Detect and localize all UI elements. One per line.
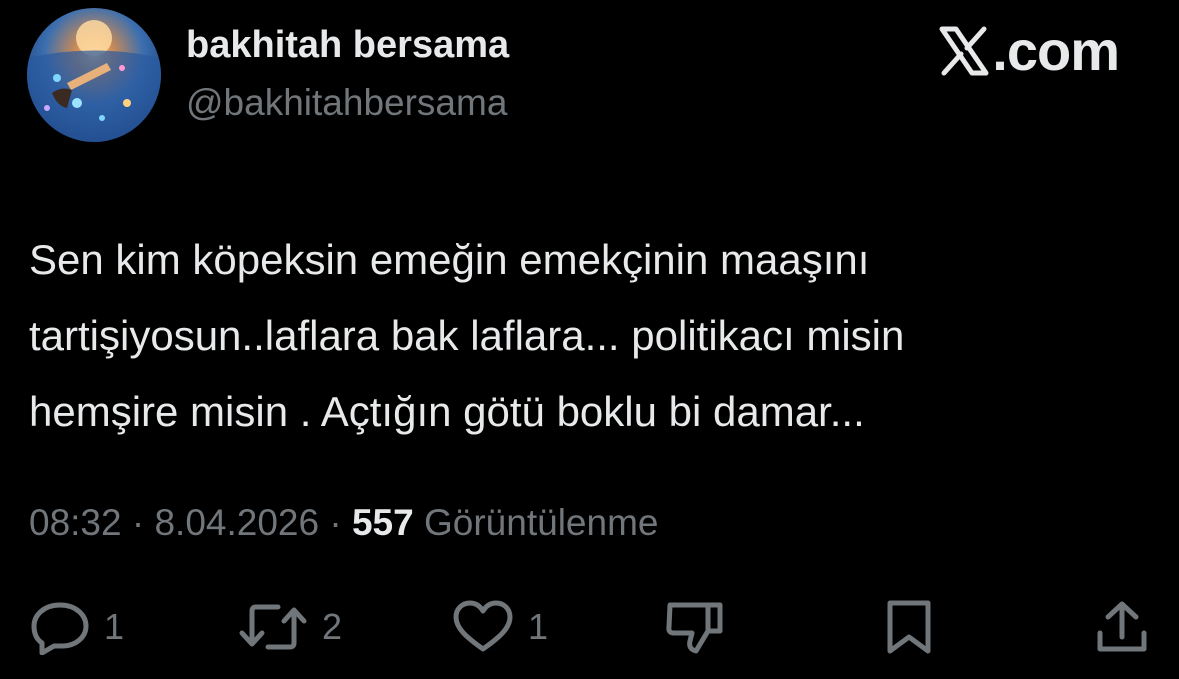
views-label: Görüntülenme <box>424 502 659 543</box>
handle[interactable]: @bakhitahbersama <box>186 82 507 124</box>
like-button[interactable]: 1 <box>452 596 548 658</box>
tweet-date[interactable]: 8.04.2026 <box>154 502 319 543</box>
action-bar: 1 2 1 <box>0 596 1179 658</box>
tweet-meta: 08:32 · 8.04.2026 · 557 Görüntülenme <box>29 502 658 544</box>
dislike-button[interactable] <box>664 596 726 658</box>
brand-domain-suffix: .com <box>992 19 1120 82</box>
avatar[interactable] <box>27 8 161 142</box>
heart-icon <box>453 600 513 652</box>
meta-separator: · <box>329 502 342 543</box>
retweet-icon <box>239 604 307 650</box>
reply-icon <box>31 602 89 655</box>
tweet-line: tartişiyosun..laflara bak laflara... pol… <box>29 312 905 359</box>
reply-button[interactable]: 1 <box>30 596 124 658</box>
share-icon <box>1097 601 1147 652</box>
retweet-count: 2 <box>322 606 343 647</box>
display-name[interactable]: bakhitah bersama <box>186 24 509 67</box>
share-button[interactable] <box>1094 596 1150 658</box>
brand-watermark: .com <box>938 18 1120 83</box>
bookmark-button[interactable] <box>884 596 934 658</box>
x-logo-icon <box>939 26 989 75</box>
reply-count: 1 <box>104 606 125 647</box>
bookmark-icon <box>887 600 931 654</box>
retweet-button[interactable]: 2 <box>238 596 342 658</box>
tweet-time[interactable]: 08:32 <box>29 502 122 543</box>
like-count: 1 <box>528 606 549 647</box>
tweet-line: hemşire misin . Açtığın götü boklu bi da… <box>29 388 865 435</box>
tweet-line: Sen kim köpeksin emeğin emekçinin maaşın… <box>29 236 870 283</box>
thumbs-down-icon <box>666 602 723 654</box>
meta-separator: · <box>131 502 145 543</box>
views-count: 557 <box>351 502 414 543</box>
tweet-text: Sen kim köpeksin emeğin emekçinin maaşın… <box>29 222 1139 450</box>
